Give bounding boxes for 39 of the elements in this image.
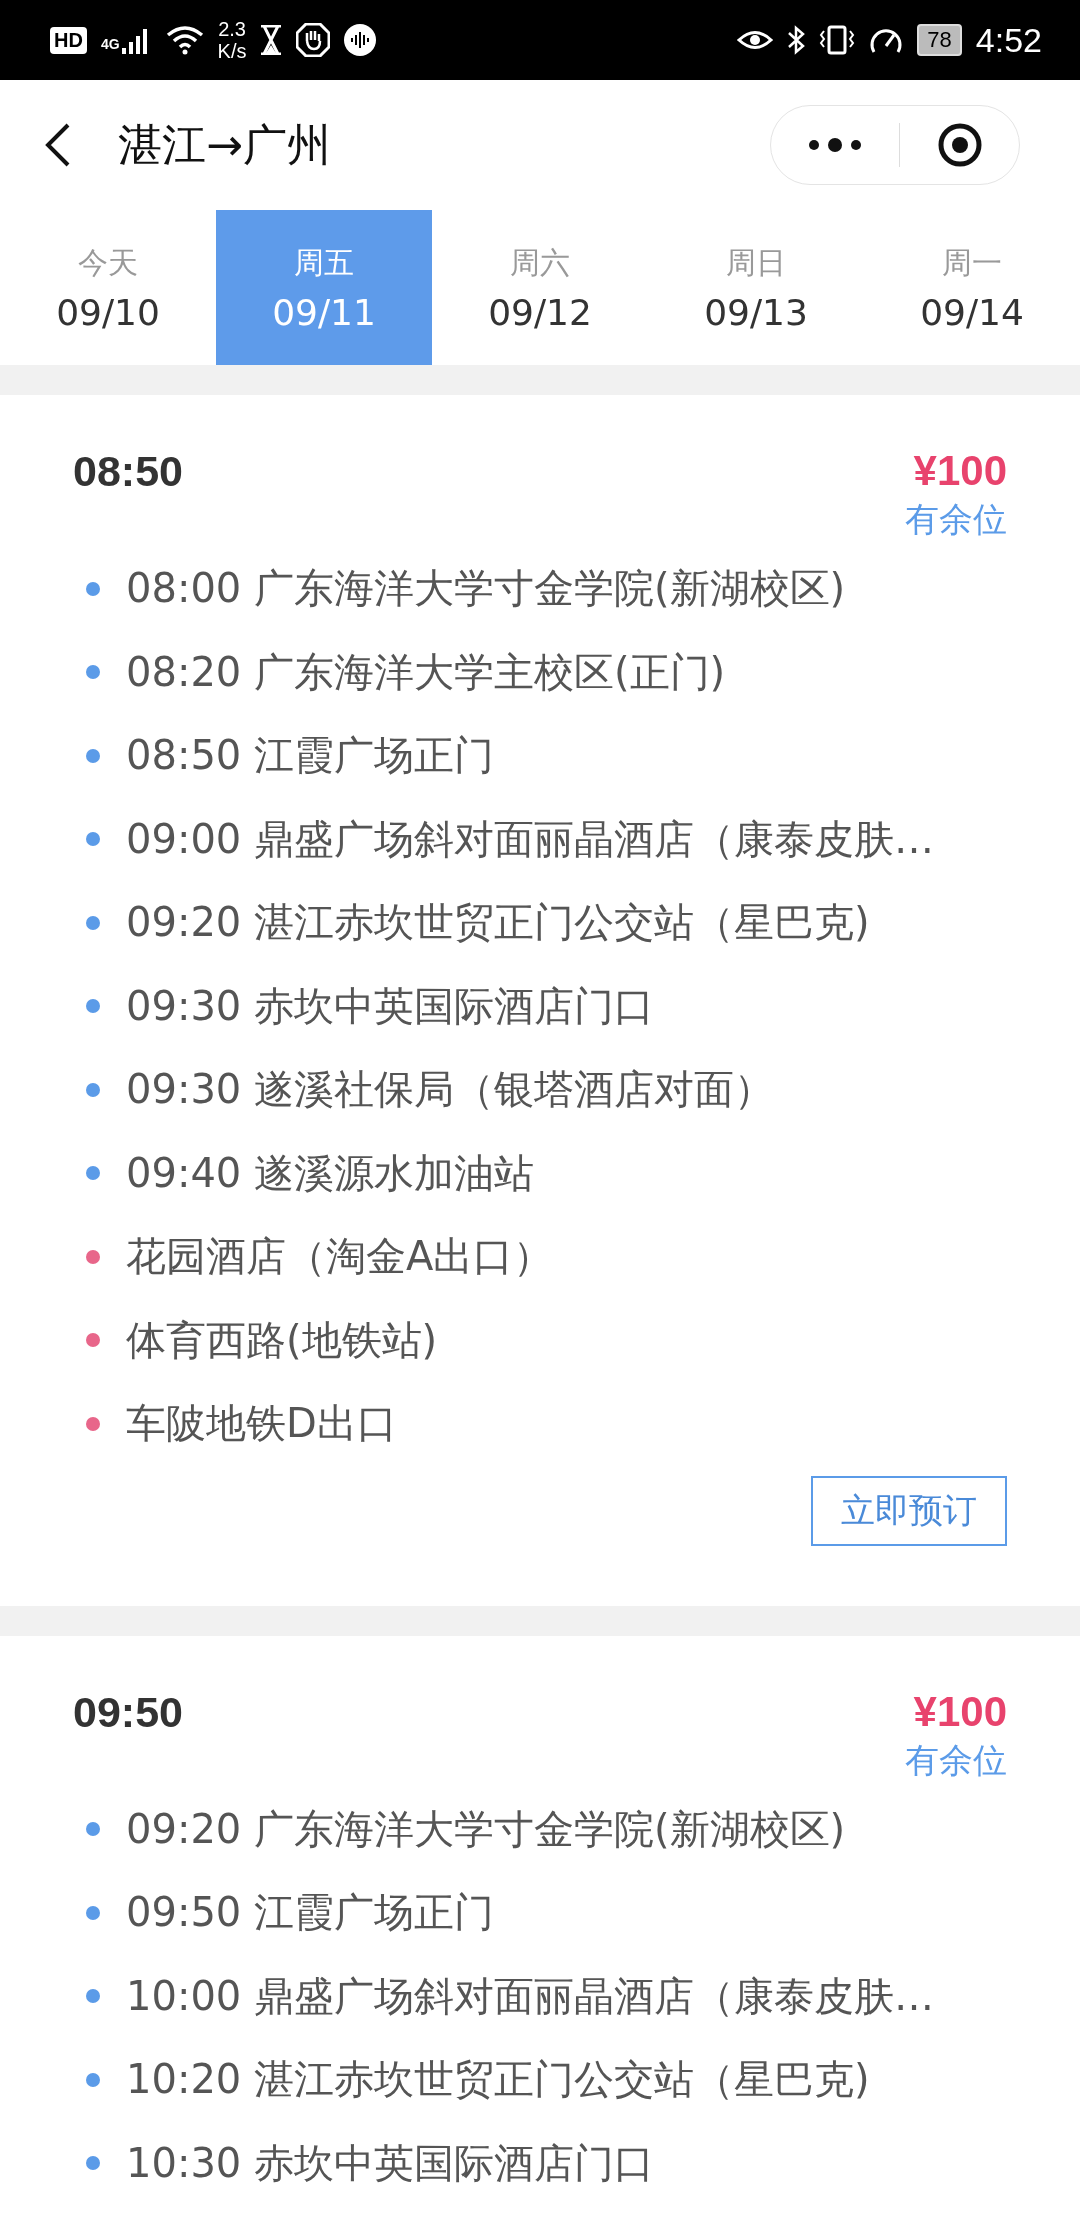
- stop-text: 09:30 遂溪社保局（银塔酒店对面）: [126, 1065, 774, 1115]
- stop-text: 09:50 江霞广场正门: [126, 1888, 494, 1938]
- page-title: 湛江→广州: [118, 117, 331, 172]
- speed-unit: K/s: [217, 40, 247, 62]
- price: ¥100: [913, 447, 1007, 495]
- bluetooth-icon: [787, 25, 806, 55]
- more-icon[interactable]: [807, 137, 862, 153]
- stop-text: 10:00 鼎盛广场斜对面丽晶酒店（康泰皮肤…: [126, 1971, 934, 2021]
- stop-text: 09:00 鼎盛广场斜对面丽晶酒店（康泰皮肤…: [126, 814, 934, 864]
- vibrate-icon: [819, 25, 856, 55]
- availability: 有余位: [905, 498, 1007, 541]
- hd-badge: HD: [50, 26, 87, 54]
- network-type: 4G: [100, 36, 120, 52]
- stop-text: 09:20 广东海洋大学寸金学院(新湖校区): [126, 1804, 846, 1854]
- hourglass-icon: [260, 25, 283, 55]
- availability: 有余位: [905, 1738, 1007, 1782]
- close-icon[interactable]: [936, 122, 983, 168]
- wifi-icon: [165, 25, 204, 55]
- departure-time: 08:50: [73, 447, 183, 496]
- speed-value: 2.3: [218, 18, 246, 40]
- back-icon[interactable]: [44, 122, 72, 168]
- stop-text: 08:50 江霞广场正门: [126, 731, 494, 781]
- stop-text: 08:20 广东海洋大学主校区(正门): [126, 647, 726, 697]
- battery-level: 78: [927, 27, 952, 52]
- stop-text: 09:30 赤坎中英国际酒店门口: [126, 981, 654, 1031]
- audio-icon: [344, 24, 377, 56]
- stop-text: 09:20 湛江赤坎世贸正门公交站（星巴克): [126, 898, 870, 948]
- book-button[interactable]: 立即预订: [811, 1475, 1007, 1546]
- departure-time: 09:50: [73, 1687, 183, 1737]
- stop-text: 08:00 广东海洋大学寸金学院(新湖校区): [126, 564, 846, 614]
- stop-text: 车陂地铁D出口: [126, 1399, 397, 1449]
- stop-text: 花园酒店（淘金A出口）: [126, 1232, 554, 1282]
- price: ¥100: [913, 1687, 1007, 1736]
- stop-text: 09:40 遂溪源水加油站: [126, 1148, 534, 1198]
- stop-text: 体育西路(地铁站): [126, 1315, 438, 1365]
- clock: 4:52: [975, 20, 1042, 60]
- stop-text: 10:20 湛江赤坎世贸正门公交站（星巴克): [126, 2055, 870, 2105]
- hand-icon: [296, 23, 331, 57]
- stop-text: 10:30 赤坎中英国际酒店门口: [126, 2138, 654, 2188]
